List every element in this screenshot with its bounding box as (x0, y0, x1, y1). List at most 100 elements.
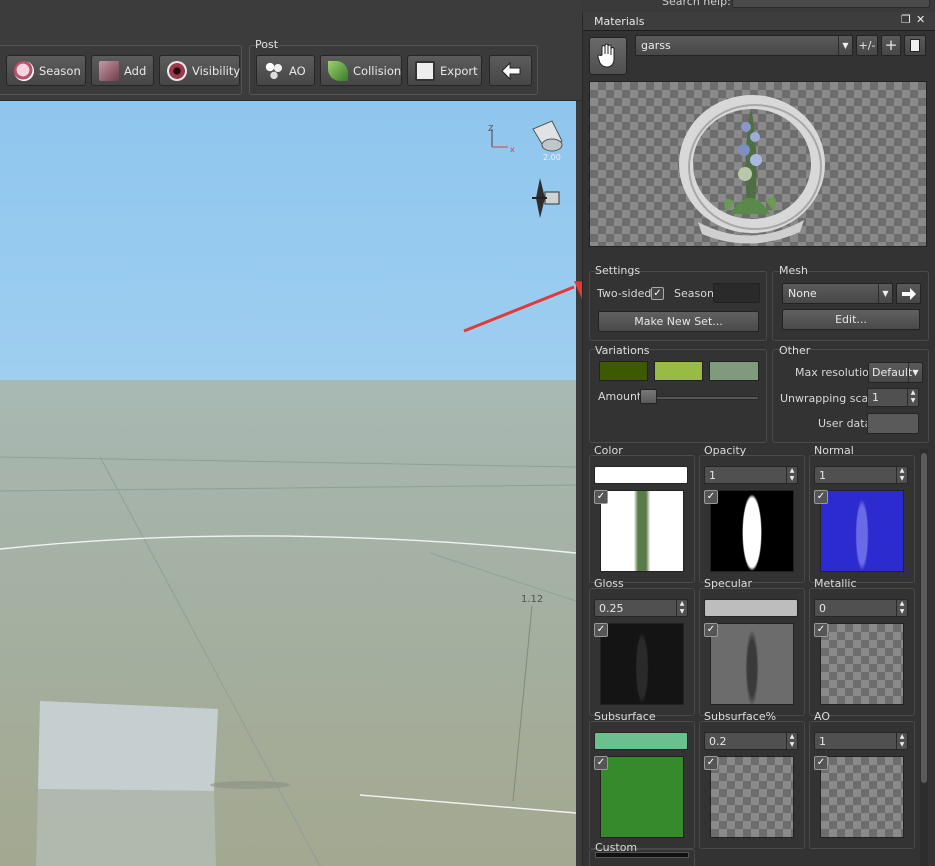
map-texture-slot[interactable] (820, 623, 904, 705)
map-texture-slot[interactable] (600, 490, 684, 572)
map-texture-slot[interactable] (820, 490, 904, 572)
season-icon (14, 60, 34, 81)
custom-swatch[interactable] (595, 852, 689, 858)
map-subsurface-: Subsurface% 0.2 ▲ ▼ ✓ (699, 710, 805, 849)
map-value: 1 (819, 469, 826, 482)
restore-icon[interactable]: ❐ (901, 13, 911, 26)
map-enable-checkbox[interactable]: ✓ (594, 756, 608, 770)
spinner-icon[interactable]: ▲ ▼ (896, 733, 907, 749)
svg-text:Z: Z (488, 124, 494, 133)
close-icon[interactable]: ✕ (916, 13, 925, 26)
map-value-input[interactable]: 0 ▲ ▼ (814, 599, 908, 617)
clipboard-icon (910, 39, 920, 52)
scrollbar-thumb[interactable] (921, 453, 927, 783)
map-title: Normal (814, 444, 854, 457)
hand-icon (597, 43, 615, 68)
chevron-down-icon: ▼ (838, 36, 852, 55)
add-button[interactable]: Add (91, 55, 154, 86)
map-texture-slot[interactable] (600, 756, 684, 838)
user-data-button[interactable] (867, 413, 919, 434)
mesh-go-button[interactable] (896, 283, 921, 304)
map-texture-slot[interactable] (710, 623, 794, 705)
panel-title: Materials (594, 15, 645, 28)
map-ao: AO 1 ▲ ▼ ✓ (809, 710, 915, 849)
materials-content: garss ▼ +/- + Settings Two-sided ✓ Seaso… (583, 30, 935, 866)
back-button[interactable] (489, 55, 532, 86)
map-enable-checkbox[interactable]: ✓ (814, 490, 828, 504)
map-value-input[interactable]: 0.2 ▲ ▼ (704, 732, 798, 750)
3d-viewport[interactable]: 1.12 Z x 2.00 (0, 101, 576, 866)
map-color-swatch[interactable] (704, 599, 798, 617)
leaf-icon (328, 60, 348, 81)
wind-fan-icon[interactable] (532, 178, 560, 218)
mesh-select[interactable]: None ▼ (782, 283, 893, 304)
map-texture-slot[interactable] (600, 623, 684, 705)
material-select[interactable]: garss ▼ (635, 35, 853, 56)
two-sided-checkbox[interactable]: ✓ (651, 287, 664, 300)
svg-text:x: x (510, 145, 515, 154)
map-enable-checkbox[interactable]: ✓ (814, 756, 828, 770)
season-color-swatch[interactable] (713, 283, 760, 303)
map-title: Gloss (594, 577, 624, 590)
mesh-edit-button[interactable]: Edit... (782, 309, 920, 330)
amount-slider-track[interactable] (639, 396, 759, 400)
map-value-input[interactable]: 0.25 ▲ ▼ (594, 599, 688, 617)
map-enable-checkbox[interactable]: ✓ (704, 623, 718, 637)
variation-swatch-1[interactable] (599, 361, 648, 381)
collision-button[interactable]: Collision (320, 55, 402, 86)
map-texture-slot[interactable] (820, 756, 904, 838)
map-enable-checkbox[interactable]: ✓ (704, 490, 718, 504)
map-enable-checkbox[interactable]: ✓ (594, 623, 608, 637)
card-plane[interactable] (38, 701, 218, 791)
spinner-icon[interactable]: ▲ ▼ (676, 600, 687, 616)
spinner-icon[interactable]: ▲ ▼ (896, 467, 907, 483)
material-preview[interactable] (589, 81, 927, 247)
map-color: Color ✓ (589, 444, 695, 583)
visibility-button[interactable]: Visibility (159, 55, 240, 86)
ao-button[interactable]: AO (256, 55, 315, 86)
variation-swatch-3[interactable] (709, 361, 759, 381)
dimension-label: 1.12 (521, 594, 543, 605)
map-value-input[interactable]: 1 ▲ ▼ (814, 732, 908, 750)
map-enable-checkbox[interactable]: ✓ (704, 756, 718, 770)
camera-light-icon[interactable]: 2.00 (532, 120, 563, 162)
spinner-icon[interactable]: ▲ ▼ (907, 389, 918, 406)
add-material-button[interactable]: + (881, 35, 901, 56)
chevron-down-icon: ▼ (878, 284, 892, 303)
export-button[interactable]: Export (407, 55, 482, 86)
search-help-input[interactable] (732, 0, 930, 8)
paste-material-button[interactable] (904, 35, 926, 56)
amount-slider-handle[interactable] (640, 389, 657, 404)
ao-icon (264, 60, 284, 81)
materials-panel: Materials ❐ ✕ garss ▼ +/- + Settings Two… (582, 12, 935, 866)
map-value-input[interactable]: 1 ▲ ▼ (704, 466, 798, 484)
map-enable-checkbox[interactable]: ✓ (594, 490, 608, 504)
card-shadow (210, 781, 290, 789)
map-color-swatch[interactable] (594, 466, 688, 484)
max-resolution-select[interactable]: Default ▼ (868, 362, 923, 383)
card-plane-reflection (36, 789, 216, 866)
variations-title: Variations (595, 344, 650, 357)
map-texture-slot[interactable] (710, 490, 794, 572)
spinner-icon[interactable]: ▲ ▼ (786, 467, 797, 483)
preview-plant (724, 112, 776, 214)
map-value-input[interactable]: 1 ▲ ▼ (814, 466, 908, 484)
make-new-set-button[interactable]: Make New Set... (598, 311, 759, 332)
variation-swatch-2[interactable] (654, 361, 703, 381)
map-value: 1 (819, 735, 826, 748)
spinner-icon[interactable]: ▲ ▼ (786, 733, 797, 749)
maps-scrollbar[interactable] (920, 449, 928, 866)
chevron-down-icon: ▼ (908, 363, 922, 382)
map-metallic: Metallic 0 ▲ ▼ ✓ (809, 577, 915, 716)
season-button[interactable]: Season (6, 55, 86, 86)
svg-text:2.00: 2.00 (543, 153, 561, 162)
plus-minus-button[interactable]: +/- (856, 35, 878, 56)
map-color-swatch[interactable] (594, 732, 688, 750)
map-enable-checkbox[interactable]: ✓ (814, 623, 828, 637)
map-value: 0.25 (599, 602, 624, 615)
unwrapping-scale-input[interactable]: 1 ▲ ▼ (867, 388, 919, 407)
map-gloss: Gloss 0.25 ▲ ▼ ✓ (589, 577, 695, 716)
spinner-icon[interactable]: ▲ ▼ (896, 600, 907, 616)
map-texture-slot[interactable] (710, 756, 794, 838)
pick-material-button[interactable] (589, 37, 627, 75)
